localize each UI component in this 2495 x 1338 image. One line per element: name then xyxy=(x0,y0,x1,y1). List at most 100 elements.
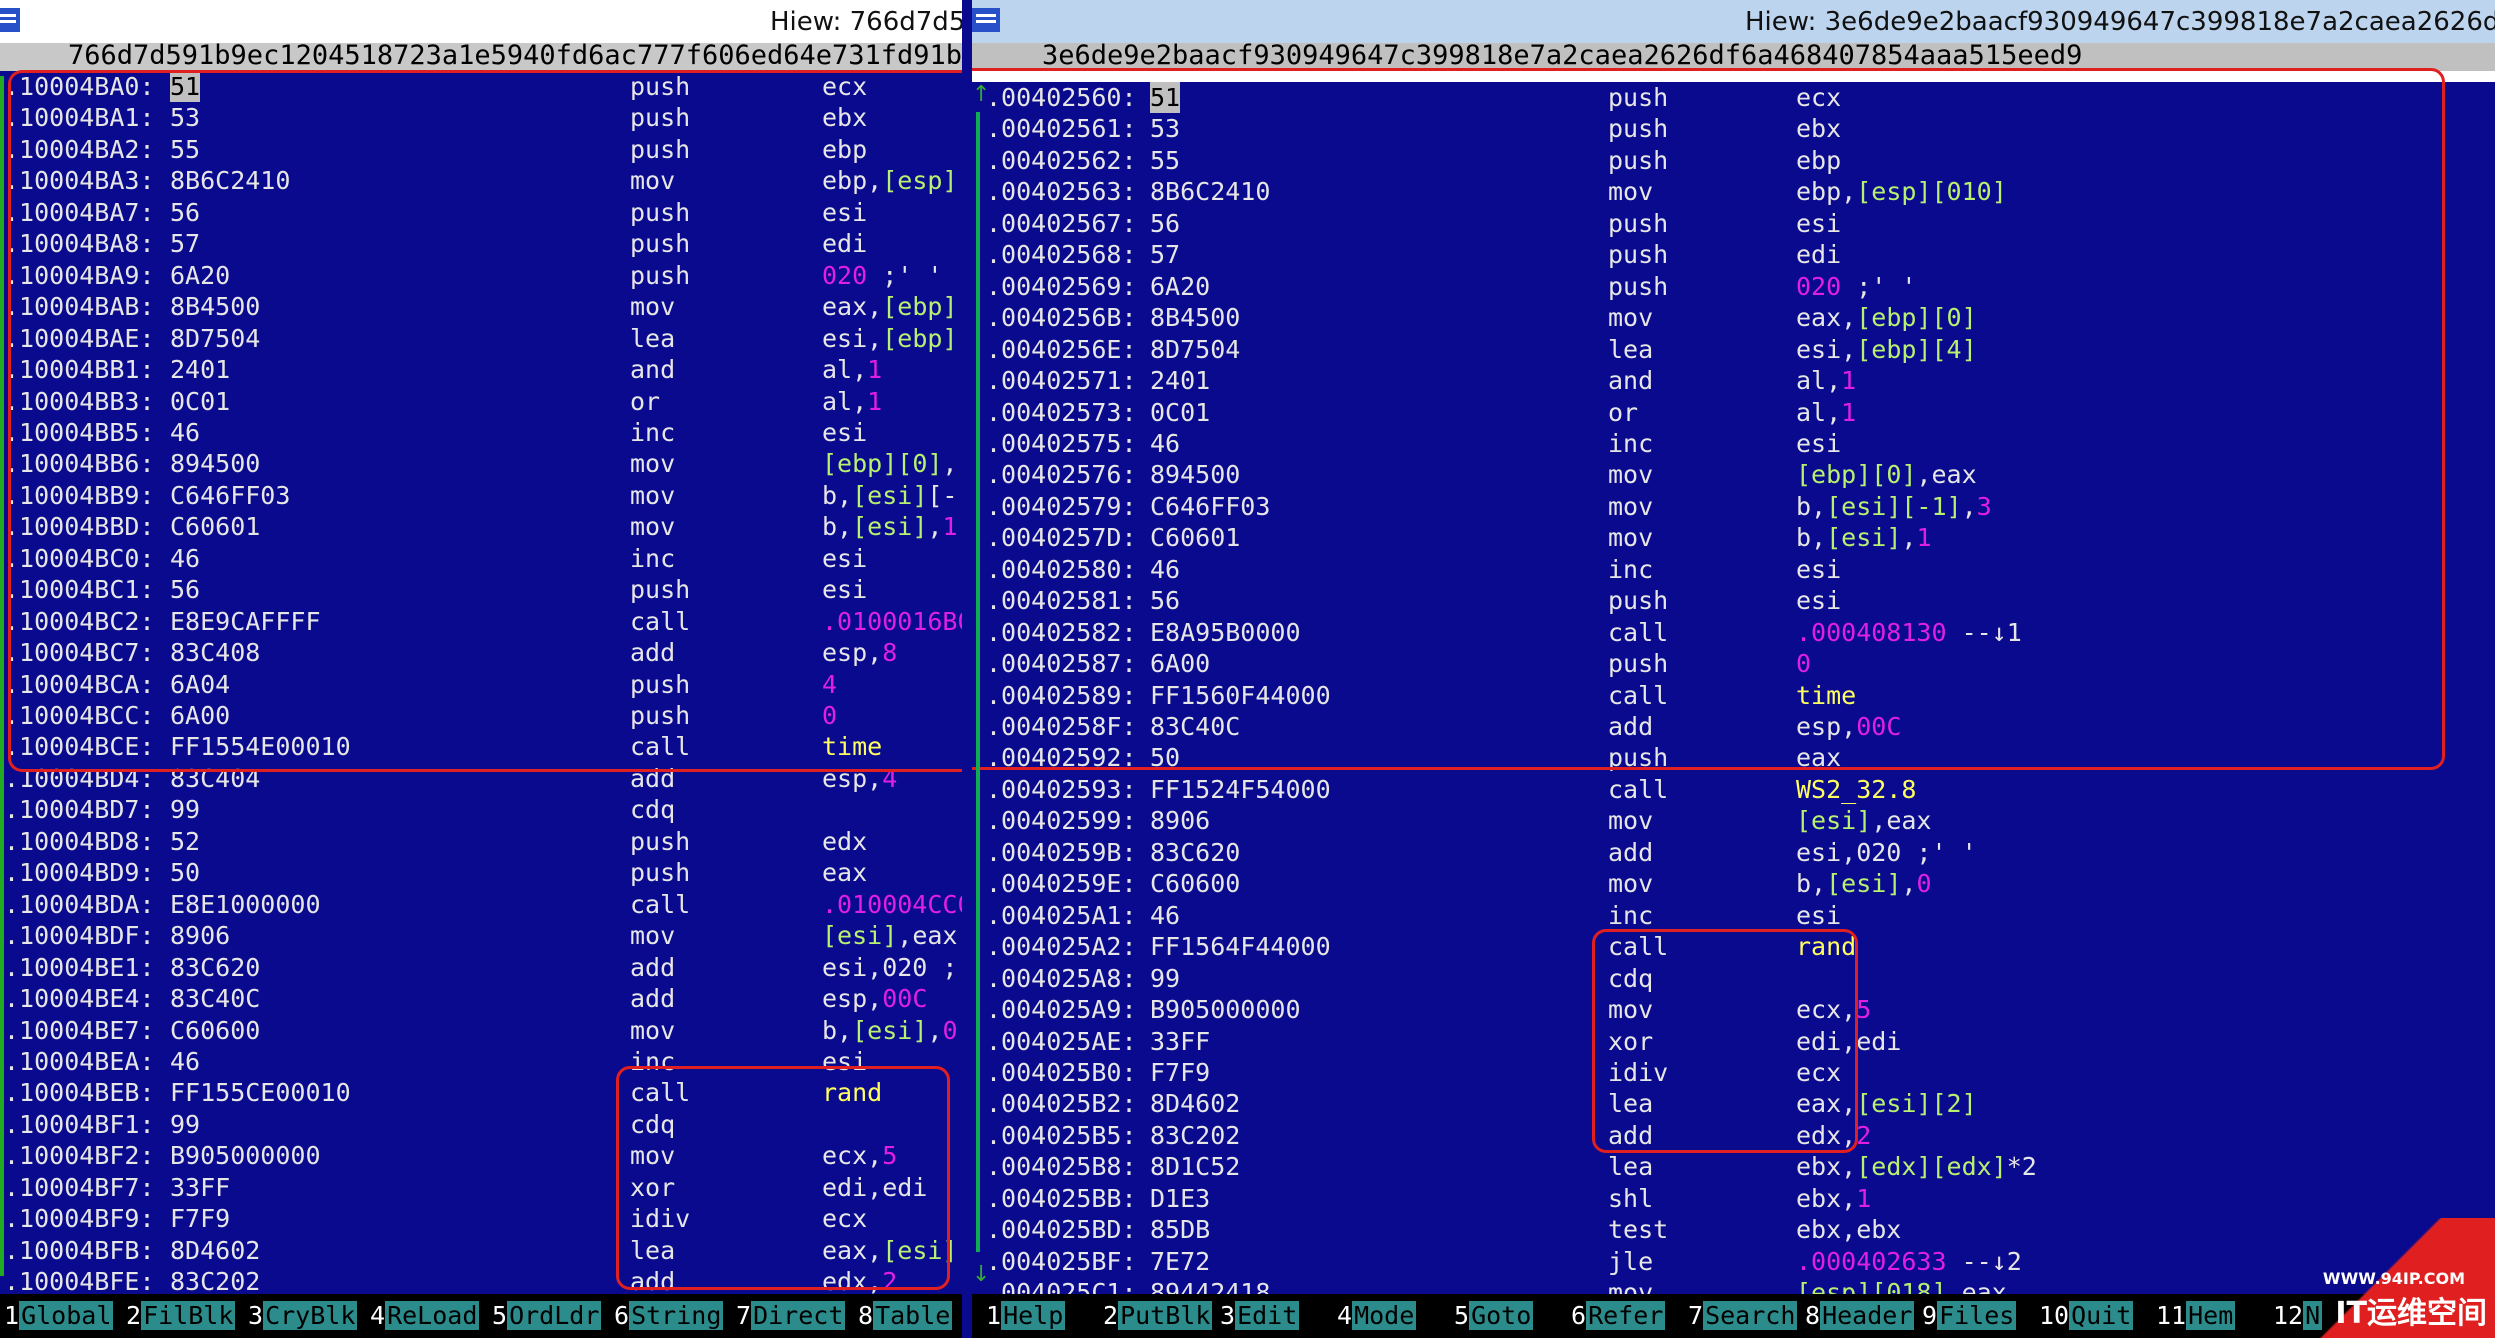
disasm-addr: .004025B8: xyxy=(986,1152,1137,1182)
disasm-ops: b,[esi],0 xyxy=(822,1015,958,1045)
fkey-number: 5 xyxy=(1454,1301,1470,1330)
fkey-hem[interactable]: 11Hem xyxy=(2156,1294,2236,1338)
disasm-row[interactable]: .0040259B: 83C620 add esi,020 ;' ' xyxy=(972,837,2495,868)
disasm-row[interactable]: .10004BD7: 99 cdq xyxy=(0,794,962,825)
disasm-mnem: mov xyxy=(1608,869,1654,899)
right-scroll-up-arrow[interactable]: ↑ xyxy=(972,82,990,107)
right-scroll-track[interactable] xyxy=(976,112,980,1252)
disasm-mnem: call xyxy=(630,889,691,919)
right-hiew-window[interactable]: Hiew: 3e6de9e2baacf930949647c399818e7a2c… xyxy=(972,0,2495,1338)
fkey-label: Goto xyxy=(1469,1301,1534,1330)
disasm-addr: .004025A8: xyxy=(986,963,1137,993)
fkey-number: 10 xyxy=(2039,1301,2070,1330)
fkey-ordldr[interactable]: 5OrdLdr xyxy=(492,1294,602,1338)
fkey-number: 7 xyxy=(736,1301,752,1330)
disasm-bytes: D1E3 xyxy=(1150,1183,1211,1213)
disasm-row[interactable]: .0040259E: C60600 mov b,[esi],0 xyxy=(972,868,2495,899)
disasm-addr: .10004BE4: xyxy=(4,984,155,1014)
disasm-mnem: shl xyxy=(1608,1183,1654,1213)
disasm-row[interactable]: .10004BE7: C60600 mov b,[esi],0 xyxy=(0,1015,962,1046)
left-file-hash: 766d7d591b9ec1204518723a1e5940fd6ac777f6… xyxy=(68,43,962,71)
fkey-files[interactable]: 9Files xyxy=(1922,1294,2017,1338)
disasm-mnem: test xyxy=(1608,1215,1669,1245)
fkey-table[interactable]: 8Table xyxy=(858,1294,953,1338)
disasm-addr: .004025BB: xyxy=(986,1183,1137,1213)
disasm-row[interactable]: .00402593: FF1524F54000 call WS2_32.8 xyxy=(972,774,2495,805)
disasm-ops: .010004CC0 xyxy=(822,889,962,919)
right-highlight-rand xyxy=(1592,929,1858,1153)
disasm-bytes: 99 xyxy=(170,795,201,825)
left-scroll-indicator xyxy=(0,76,4,1276)
disasm-bytes: 52 xyxy=(170,826,201,856)
fkey-reload[interactable]: 4ReLoad xyxy=(370,1294,480,1338)
disasm-addr: .10004BF7: xyxy=(4,1172,155,1202)
disasm-row[interactable]: .004025BF: 7E72 jle .000402633 --↓2 xyxy=(972,1246,2495,1277)
disasm-bytes: 8D4602 xyxy=(1150,1089,1241,1119)
fkey-quit[interactable]: 10Quit xyxy=(2039,1294,2134,1338)
disasm-row[interactable]: .10004BE4: 83C40C add esp,00C xyxy=(0,983,962,1014)
disasm-row[interactable]: .10004BD9: 50 push eax xyxy=(0,857,962,888)
disasm-row[interactable]: .004025BB: D1E3 shl ebx,1 xyxy=(972,1183,2495,1214)
disasm-addr: .10004BF1: xyxy=(4,1109,155,1139)
fkey-edit[interactable]: 3Edit xyxy=(1220,1294,1300,1338)
disasm-mnem: mov xyxy=(630,1015,676,1045)
disasm-row[interactable]: .00402599: 8906 mov [esi],eax xyxy=(972,805,2495,836)
disasm-ops: [esi],eax xyxy=(822,921,958,951)
disasm-ops: edx xyxy=(822,826,868,856)
disasm-addr: .004025B0: xyxy=(986,1057,1137,1087)
disasm-addr: .004025BF: xyxy=(986,1246,1137,1276)
fkey-number: 8 xyxy=(858,1301,874,1330)
disasm-bytes: E8E1000000 xyxy=(170,889,321,919)
fkey-cryblk[interactable]: 3CryBlk xyxy=(248,1294,358,1338)
disasm-ops: ebx,[edx][edx]*2 xyxy=(1796,1152,2037,1182)
fkey-number: 4 xyxy=(370,1301,386,1330)
fkey-putblk[interactable]: 2PutBlk xyxy=(1103,1294,1213,1338)
disasm-addr: .10004BFB: xyxy=(4,1235,155,1265)
fkey-mode[interactable]: 4Mode xyxy=(1337,1294,1417,1338)
fkey-header[interactable]: 8Header xyxy=(1805,1294,1915,1338)
fkey-label: Help xyxy=(1001,1301,1066,1330)
fkey-help[interactable]: 1Help xyxy=(986,1294,1066,1338)
left-hiew-window[interactable]: Hiew: 766d7d59 766d7d591b9ec1204518723a1… xyxy=(0,0,962,1338)
fkey-direct[interactable]: 7Direct xyxy=(736,1294,846,1338)
disasm-row[interactable]: .10004BDA: E8E1000000 call .010004CC0 xyxy=(0,889,962,920)
disasm-ops: [esp][018],eax xyxy=(1796,1278,2007,1294)
disasm-row[interactable]: .10004BD8: 52 push edx xyxy=(0,826,962,857)
disasm-bytes: 83C620 xyxy=(1150,837,1241,867)
right-scroll-down-arrow[interactable]: ↓ xyxy=(972,1262,990,1287)
fkey-filblk[interactable]: 2FilBlk xyxy=(126,1294,236,1338)
disasm-bytes: FF1564F44000 xyxy=(1150,932,1331,962)
fkey-search[interactable]: 7Search xyxy=(1688,1294,1798,1338)
right-highlight-prologue xyxy=(972,68,2445,770)
fkey-number: 3 xyxy=(1220,1301,1236,1330)
disasm-addr: .004025A1: xyxy=(986,900,1137,930)
disasm-row[interactable]: .10004BDF: 8906 mov [esi],eax xyxy=(0,920,962,951)
fkey-string[interactable]: 6String xyxy=(614,1294,724,1338)
disasm-bytes: F7F9 xyxy=(170,1204,231,1234)
disasm-row[interactable]: .004025C1: 89442418 mov [esp][018],eax xyxy=(972,1277,2495,1294)
fkey-label: FilBlk xyxy=(141,1301,236,1330)
fkey-label: Quit xyxy=(2069,1301,2134,1330)
disasm-ops: esp,00C xyxy=(822,984,928,1014)
disasm-bytes: C60600 xyxy=(170,1015,261,1045)
disasm-row[interactable]: .10004BE1: 83C620 add esi,020 ; xyxy=(0,952,962,983)
disasm-addr: .10004BFE: xyxy=(4,1267,155,1294)
disasm-bytes: FF1524F54000 xyxy=(1150,774,1331,804)
disasm-addr: .10004BF2: xyxy=(4,1141,155,1171)
left-window-title: Hiew: 766d7d59 xyxy=(770,7,962,37)
disasm-bytes: 8D4602 xyxy=(170,1235,261,1265)
fkey-number: 6 xyxy=(1571,1301,1587,1330)
left-file-hash-bar: 766d7d591b9ec1204518723a1e5940fd6ac777f6… xyxy=(0,43,962,71)
disasm-row[interactable]: .004025A1: 46 inc esi xyxy=(972,900,2495,931)
fkey-refer[interactable]: 6Refer xyxy=(1571,1294,1666,1338)
fkey-number: 7 xyxy=(1688,1301,1704,1330)
disasm-row[interactable]: .004025B8: 8D1C52 lea ebx,[edx][edx]*2 xyxy=(972,1151,2495,1182)
fkey-global[interactable]: 1Global xyxy=(4,1294,114,1338)
disasm-mnem: mov xyxy=(1608,1278,1654,1294)
disasm-row[interactable]: .004025BD: 85DB test ebx,ebx xyxy=(972,1214,2495,1245)
disasm-addr: .10004BDF: xyxy=(4,921,155,951)
fkey-number: 2 xyxy=(126,1301,142,1330)
disasm-addr: .10004BD9: xyxy=(4,858,155,888)
fkey-goto[interactable]: 5Goto xyxy=(1454,1294,1534,1338)
disasm-bytes: FF155CE00010 xyxy=(170,1078,351,1108)
